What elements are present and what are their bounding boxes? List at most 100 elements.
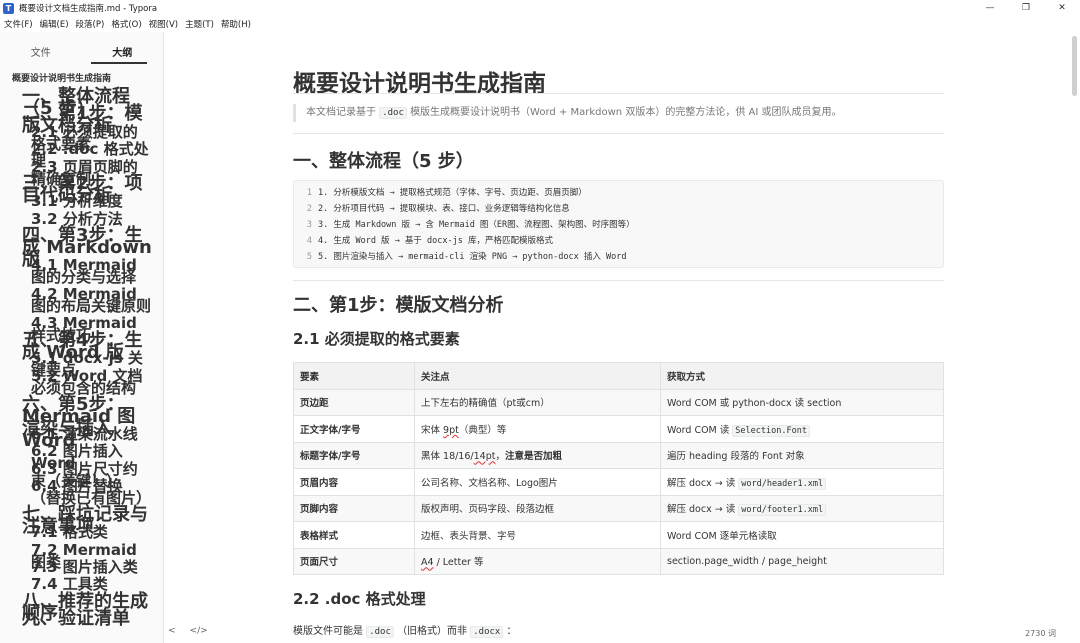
table-cell: 公司名称、文档名称、Logo图片 [414, 468, 661, 496]
title-bar: T 概要设计文档生成指南.md - Typora — ❐ ✕ [0, 0, 1080, 16]
cell-text: ， [495, 451, 505, 463]
subsection-heading-2-1: 2.1 必须提取的格式要素 [293, 330, 460, 348]
table-header-cell: 关注点 [414, 362, 661, 390]
outline-item[interactable]: 3.2 分析方法 [31, 212, 151, 227]
table-cell: Word COM 读 Selection.Font [660, 415, 944, 443]
section-heading-1: 一、整体流程（5 步） [293, 151, 474, 172]
table-cell: 正文字体/字号 [293, 415, 415, 443]
inline-code: word/footer1.xml [738, 504, 827, 517]
outline-item[interactable]: 7.4 工具类 [31, 577, 151, 592]
outline-item[interactable]: 4.2 Mermaid 图的布局关键原则 [31, 287, 151, 314]
table-cell: Word COM 逐单元格读取 [660, 521, 944, 549]
format-elements-table[interactable]: 要素 关注点 获取方式 页边距 上下左右的精确值（pt或cm） Word COM… [293, 362, 944, 575]
quote-text-pre: 本文档记录基于 [306, 107, 376, 118]
title-divider [293, 93, 944, 94]
section-heading-2: 二、第1步：模版文档分析 [293, 295, 504, 316]
cell-text: Word COM 读 [667, 424, 733, 436]
paragraph: 模版文件可能是 .doc （旧格式）而非 .docx ： [293, 622, 517, 638]
table-cell: 遍历 heading 段落的 Font 对象 [660, 441, 944, 469]
code-text: 4. 生成 Word 版 → 基于 docx-js 库，严格匹配模版格式 [318, 236, 553, 246]
table-cell: 页脚内容 [293, 494, 415, 522]
window-controls: — ❐ ✕ [972, 0, 1080, 16]
table-cell: Word COM 或 python-docx 读 section [660, 388, 944, 416]
menu-format[interactable]: 格式(O) [111, 18, 141, 30]
menu-file[interactable]: 文件(F) [4, 18, 33, 30]
tab-outline[interactable]: 大纲 [82, 32, 164, 64]
typora-app-icon: T [3, 2, 14, 14]
source-code-icon[interactable]: </> [190, 626, 208, 636]
code-text: 3. 生成 Markdown 版 → 含 Mermaid 图（ER图、流程图、架… [318, 220, 635, 230]
spellcheck-text: A4 [421, 557, 434, 569]
outline-item[interactable]: 4.1 Mermaid 图的分类与选择 [31, 258, 151, 285]
word-count[interactable]: 2730 词 [1025, 628, 1056, 639]
table-cell: 版权声明、页码字段、段落边框 [414, 494, 661, 522]
quote-divider [293, 133, 944, 134]
table-cell: 解压 docx → 读 word/header1.xml [660, 468, 944, 496]
code-text: 1. 分析模版文档 → 提取格式规范（字体、字号、页边距、页眉页脚） [318, 188, 587, 198]
table-cell: 页面尺寸 [293, 547, 415, 575]
inline-code: .doc [366, 626, 394, 638]
menu-paragraph[interactable]: 段落(P) [76, 18, 105, 30]
code-line: 3 3. 生成 Markdown 版 → 含 Mermaid 图（ER图、流程图、… [294, 217, 635, 233]
cell-text: 黑体 18/16/ [421, 451, 474, 463]
code-block[interactable]: 1 1. 分析模版文档 → 提取格式规范（字体、字号、页边距、页眉页脚） 2 2. … [293, 180, 944, 268]
outline-item[interactable]: 6.1 渲染流水线 [31, 427, 151, 442]
table-row: 页脚内容 版权声明、页码字段、段落边框 解压 docx → 读 word/foo… [293, 494, 944, 522]
table-row: 表格样式 边框、表头背景、字号 Word COM 逐单元格读取 [293, 521, 944, 549]
spellcheck-text: 9pt [443, 424, 459, 436]
table-cell: A4 / Letter 等 [414, 547, 661, 575]
table-row: 页眉内容 公司名称、文档名称、Logo图片 解压 docx → 读 word/h… [293, 468, 944, 496]
maximize-button[interactable]: ❐ [1008, 0, 1044, 16]
code-text: 2. 分析项目代码 → 提取模块、表、接口、业务逻辑等结构化信息 [318, 204, 570, 214]
sidebar-tabs: 文件 大纲 [0, 32, 163, 64]
inline-code: .doc [379, 107, 407, 119]
section-divider [293, 280, 944, 281]
inline-code: word/header1.xml [738, 477, 827, 490]
table-cell: 页眉内容 [293, 468, 415, 496]
chevron-left-icon[interactable]: < [168, 626, 176, 636]
outline-item[interactable]: 7.1 格式类 [31, 525, 151, 540]
subsection-heading-2-2: 2.2 .doc 格式处理 [293, 590, 426, 608]
cell-text: （典型）等 [458, 424, 507, 436]
menu-theme[interactable]: 主题(T) [185, 18, 214, 30]
table-cell: 边框、表头背景、字号 [414, 521, 661, 549]
tab-files[interactable]: 文件 [0, 32, 82, 64]
menu-view[interactable]: 视图(V) [149, 18, 178, 30]
table-header-row: 要素 关注点 获取方式 [293, 362, 944, 390]
table-cell: 标题字体/字号 [293, 441, 415, 469]
line-number: 2 [306, 204, 312, 214]
close-button[interactable]: ✕ [1044, 0, 1080, 16]
inline-code: Selection.Font [732, 424, 810, 437]
table-cell: 上下左右的精确值（pt或cm） [414, 388, 661, 416]
table-row: 正文字体/字号 宋体 9pt（典型）等 Word COM 读 Selection… [293, 415, 944, 443]
sidebar: 文件 大纲 概要设计说明书生成指南 一、整体流程（5 步） 二、第1步：模版文档… [0, 32, 164, 643]
cell-text: 解压 docx → 读 [667, 477, 739, 489]
menu-bar: 文件(F) 编辑(E) 段落(P) 格式(O) 视图(V) 主题(T) 帮助(H… [0, 16, 1080, 32]
outline-item[interactable]: 7.3 图片插入类 [31, 560, 151, 575]
window-title: 概要设计文档生成指南.md - Typora [19, 4, 158, 14]
outline-item[interactable]: 概要设计说明书生成指南 [12, 73, 111, 85]
para-text: 模版文件可能是 [293, 626, 363, 637]
table-row: 页边距 上下左右的精确值（pt或cm） Word COM 或 python-do… [293, 388, 944, 416]
spellcheck-text: 14pt [473, 451, 496, 463]
para-text: ： [506, 626, 517, 637]
quote-text-post: 模版生成概要设计说明书（Word + Markdown 双版本）的完整方法论，供… [410, 107, 842, 118]
outline-item[interactable]: 5.2 Word 文档必须包含的结构 [31, 369, 151, 396]
line-number: 5 [306, 252, 312, 262]
cell-text: 解压 docx → 读 [667, 504, 739, 516]
outline-item[interactable]: 3.1 分析维度 [31, 194, 151, 209]
inline-code: .docx [470, 626, 504, 638]
scrollbar-thumb[interactable] [1072, 36, 1077, 96]
code-line: 2 2. 分析项目代码 → 提取模块、表、接口、业务逻辑等结构化信息 [294, 201, 570, 217]
menu-edit[interactable]: 编辑(E) [40, 18, 69, 30]
blockquote: 本文档记录基于 .doc 模版生成概要设计说明书（Word + Markdown… [293, 104, 944, 122]
code-line: 1 1. 分析模版文档 → 提取格式规范（字体、字号、页边距、页眉页脚） [294, 185, 587, 201]
table-cell: 页边距 [293, 388, 415, 416]
para-text: （旧格式）而非 [397, 626, 468, 637]
outline-item[interactable]: 6.4 图片替换（替换已有图片） [31, 479, 151, 506]
line-number: 3 [306, 220, 312, 230]
outline-item[interactable]: 九、验证清单 [22, 610, 152, 628]
code-text: 5. 图片渲染与插入 → mermaid-cli 渲染 PNG → python… [318, 252, 627, 262]
menu-help[interactable]: 帮助(H) [221, 18, 251, 30]
minimize-button[interactable]: — [972, 0, 1008, 16]
